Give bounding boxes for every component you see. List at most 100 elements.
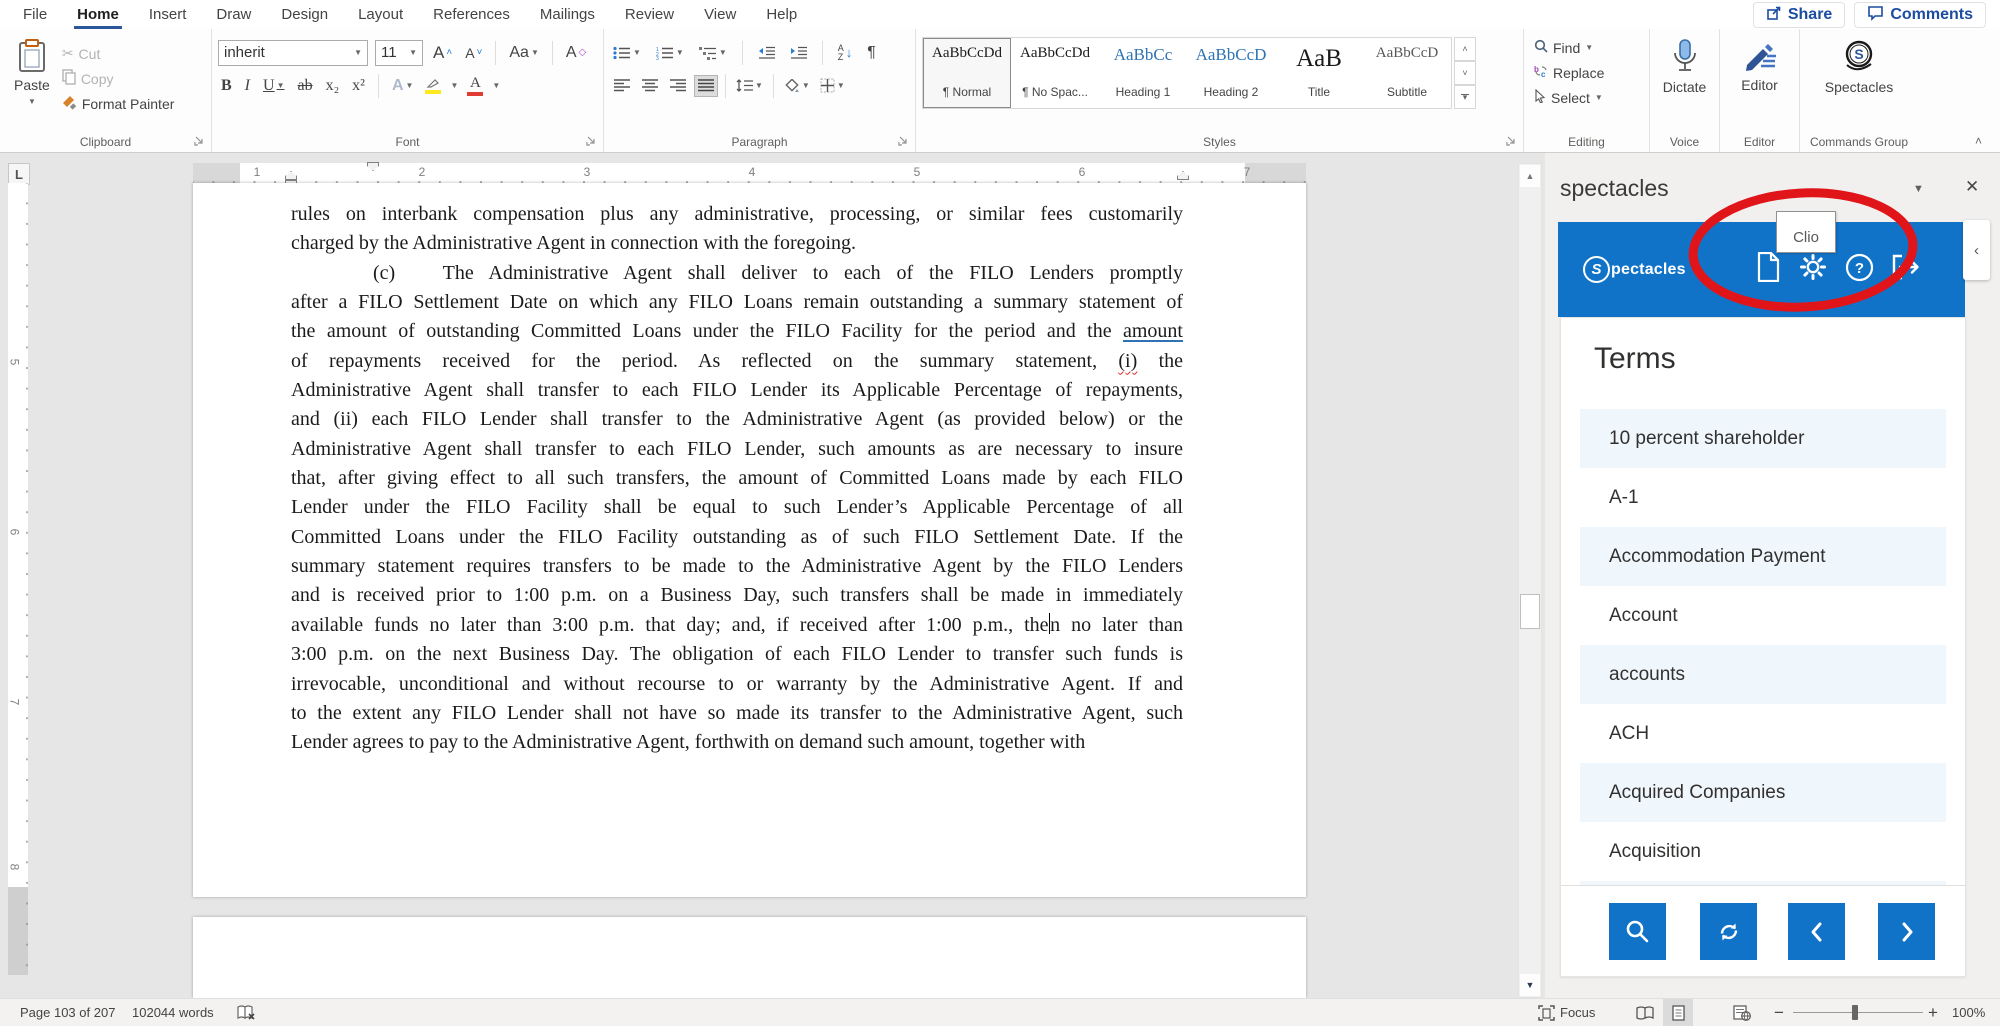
- sign-out-icon[interactable]: [1891, 253, 1920, 286]
- term-item[interactable]: Acquired Companies: [1580, 763, 1946, 822]
- justify-button[interactable]: [694, 74, 718, 97]
- zoom-slider-thumb[interactable]: [1852, 1005, 1858, 1020]
- editor-button[interactable]: Editor: [1726, 35, 1793, 97]
- next-button[interactable]: [1878, 903, 1935, 960]
- document-text[interactable]: rules on interbank compensation plus any…: [291, 200, 1183, 758]
- previous-button[interactable]: [1788, 903, 1845, 960]
- term-item[interactable]: Accommodation Payment: [1580, 527, 1946, 586]
- replace-button[interactable]: bc Replace: [1530, 60, 1643, 85]
- multilevel-list-button[interactable]: ▼: [696, 46, 730, 60]
- styles-scroll-up-button[interactable]: ˄: [1454, 37, 1476, 61]
- document-icon[interactable]: [1756, 251, 1781, 287]
- decrease-indent-button[interactable]: [755, 46, 778, 59]
- share-button[interactable]: Share: [1752, 2, 1846, 28]
- comments-button[interactable]: Comments: [1854, 2, 1986, 28]
- align-left-button[interactable]: [610, 75, 634, 97]
- horizontal-ruler[interactable]: 1 2 3 4 5 6 7: [193, 162, 1306, 184]
- line-spacing-button[interactable]: ▼: [733, 79, 766, 92]
- clear-formatting-button[interactable]: A ◇: [563, 44, 589, 62]
- pane-collapse-button[interactable]: ‹: [1963, 220, 1990, 280]
- increase-indent-button[interactable]: [787, 46, 810, 59]
- shading-button[interactable]: ▼: [781, 78, 813, 93]
- show-hide-pilcrow-button[interactable]: ¶: [864, 44, 879, 62]
- term-item[interactable]: 10 percent shareholder: [1580, 409, 1946, 468]
- subscript-button[interactable]: x₂: [323, 77, 343, 95]
- pane-options-chevron-icon[interactable]: ▼: [1913, 183, 1924, 195]
- align-right-button[interactable]: [666, 75, 690, 97]
- word-count[interactable]: 102044 words: [132, 999, 214, 1026]
- focus-button[interactable]: Focus: [1538, 999, 1595, 1026]
- spectacles-ribbon-button[interactable]: S Spectacles: [1806, 35, 1912, 99]
- font-dialog-launcher[interactable]: [585, 134, 599, 148]
- zoom-out-button[interactable]: −: [1774, 999, 1784, 1026]
- tab-help[interactable]: Help: [751, 0, 812, 29]
- tab-home[interactable]: Home: [62, 0, 134, 29]
- strikethrough-button[interactable]: ab: [294, 77, 315, 95]
- select-button[interactable]: Select ▼: [1530, 85, 1643, 110]
- search-button[interactable]: [1609, 903, 1666, 960]
- style-no-spacing[interactable]: AaBbCcDd ¶ No Spac...: [1011, 38, 1099, 108]
- tab-draw[interactable]: Draw: [201, 0, 266, 29]
- term-item[interactable]: accounts: [1580, 645, 1946, 704]
- bold-button[interactable]: B: [218, 77, 235, 95]
- underline-button[interactable]: U ▼: [260, 77, 287, 95]
- refresh-button[interactable]: [1700, 903, 1757, 960]
- page-indicator[interactable]: Page 103 of 207: [20, 999, 115, 1026]
- term-item[interactable]: ACH: [1580, 704, 1946, 763]
- tab-references[interactable]: References: [418, 0, 525, 29]
- grow-font-button[interactable]: A ˄: [430, 43, 455, 63]
- tab-layout[interactable]: Layout: [343, 0, 418, 29]
- cut-button[interactable]: ✂ Cut: [58, 41, 179, 66]
- zoom-in-button[interactable]: +: [1928, 999, 1938, 1026]
- tab-design[interactable]: Design: [266, 0, 343, 29]
- bullets-button[interactable]: ▼: [610, 46, 644, 60]
- tab-insert[interactable]: Insert: [134, 0, 202, 29]
- numbering-button[interactable]: 1 2 3 ▼: [653, 46, 687, 60]
- styles-dialog-launcher[interactable]: [1505, 134, 1519, 148]
- dictate-button[interactable]: Dictate: [1656, 35, 1713, 99]
- tab-file[interactable]: File: [8, 0, 62, 29]
- style-title[interactable]: AaB Title: [1275, 38, 1363, 108]
- style-subtitle[interactable]: AaBbCcD Subtitle: [1363, 38, 1451, 108]
- font-color-button[interactable]: A: [465, 75, 485, 96]
- zoom-slider-track[interactable]: [1793, 1012, 1923, 1013]
- paste-button[interactable]: Paste ▼: [6, 35, 58, 130]
- tab-view[interactable]: View: [689, 0, 751, 29]
- change-case-button[interactable]: Aa ▼: [506, 44, 542, 62]
- document-scrollbar[interactable]: ▲ ▼: [1518, 163, 1542, 998]
- find-button[interactable]: Find ▼: [1530, 35, 1643, 60]
- web-layout-button[interactable]: [1727, 999, 1757, 1026]
- vertical-ruler[interactable]: 5 6 7 8: [7, 183, 28, 998]
- scrollbar-thumb[interactable]: [1520, 594, 1540, 629]
- highlight-button[interactable]: [423, 78, 443, 94]
- scroll-down-button[interactable]: ▼: [1520, 974, 1540, 996]
- tab-stop-selector[interactable]: L: [8, 163, 30, 185]
- term-item[interactable]: Account: [1580, 586, 1946, 645]
- text-effects-button[interactable]: A ▼: [389, 77, 416, 95]
- settings-gear-icon[interactable]: [1798, 252, 1828, 287]
- print-layout-button[interactable]: [1663, 999, 1693, 1026]
- style-heading1[interactable]: AaBbCc Heading 1: [1099, 38, 1187, 108]
- superscript-button[interactable]: x²: [349, 77, 368, 95]
- shrink-font-button[interactable]: A ˅: [462, 45, 485, 61]
- style-heading2[interactable]: AaBbCcD Heading 2: [1187, 38, 1275, 108]
- font-size-combo[interactable]: 11 ▼: [375, 39, 423, 66]
- paragraph-dialog-launcher[interactable]: [897, 134, 911, 148]
- align-center-button[interactable]: [638, 75, 662, 97]
- tab-mailings[interactable]: Mailings: [525, 0, 610, 29]
- zoom-level[interactable]: 100%: [1952, 999, 1985, 1026]
- read-mode-button[interactable]: [1630, 999, 1660, 1026]
- clipboard-dialog-launcher[interactable]: [193, 134, 207, 148]
- copy-button[interactable]: Copy: [58, 66, 179, 91]
- proofing-errors-icon[interactable]: [237, 999, 256, 1026]
- italic-button[interactable]: I: [242, 77, 253, 95]
- document-next-page[interactable]: [193, 917, 1306, 998]
- pane-close-icon[interactable]: ✕: [1965, 177, 1979, 197]
- styles-scroll-down-button[interactable]: ˅: [1454, 61, 1476, 85]
- sort-button[interactable]: AZ ↓: [835, 43, 856, 62]
- term-item[interactable]: Acquisition: [1580, 822, 1946, 881]
- document-page[interactable]: rules on interbank compensation plus any…: [193, 183, 1306, 897]
- tab-review[interactable]: Review: [610, 0, 689, 29]
- format-painter-button[interactable]: Format Painter: [58, 91, 179, 116]
- help-icon[interactable]: ?: [1845, 253, 1874, 287]
